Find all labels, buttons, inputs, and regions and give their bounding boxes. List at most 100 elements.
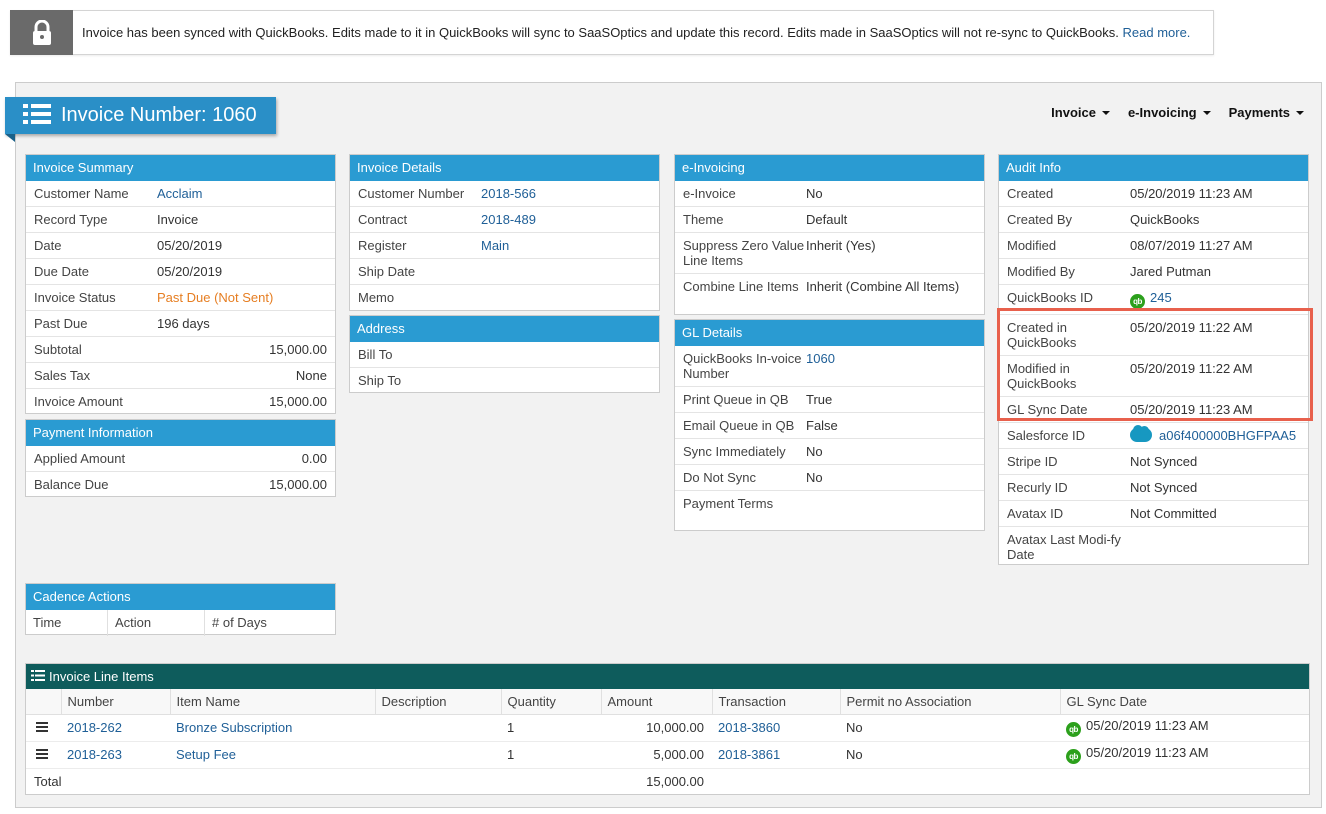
description-cell [375, 714, 501, 742]
column-header[interactable]: Description [375, 689, 502, 715]
info-row: Sales Tax None [26, 363, 335, 389]
row-value: Inherit (Yes) [806, 238, 876, 253]
qb-invoice-number-link[interactable]: 1060 [806, 351, 976, 366]
column-header[interactable]: # of Days [205, 610, 335, 636]
invoice-details-panel: Invoice Details Customer Number 2018-566 … [349, 154, 660, 311]
total-label: Total [34, 774, 62, 790]
column-header[interactable]: Action [108, 610, 205, 636]
row-label: Customer Number [358, 186, 465, 201]
line-items-header: Invoice Line Items [26, 664, 1309, 689]
row-value: 05/20/2019 [157, 264, 223, 279]
panel-header: e-Invoicing [675, 155, 984, 181]
sales-tax-link[interactable]: Sales Tax [34, 368, 157, 383]
chevron-down-icon [1202, 110, 1211, 115]
info-row: Combine Line Items Inherit (Combine All I… [675, 274, 984, 300]
amount-cell: 5,000.00 [601, 741, 712, 769]
customer-name-link[interactable]: Acclaim [157, 186, 327, 201]
row-label: Modified By [1007, 264, 1075, 279]
row-label: Recurly ID [1007, 480, 1068, 495]
info-row: Stripe ID Not Synced [999, 449, 1308, 475]
customer-number-link[interactable]: 2018-566 [481, 186, 651, 201]
info-row: Print Queue in QB True [675, 387, 984, 413]
row-label: Modified [1007, 238, 1057, 253]
info-row: Customer Name Acclaim [26, 181, 335, 207]
menu-icon[interactable] [36, 749, 48, 759]
transaction-link[interactable]: 2018-3861 [718, 747, 780, 762]
invoice-menu[interactable]: Invoice [1051, 105, 1110, 120]
row-label: Record Type [34, 212, 108, 227]
column-header[interactable]: Number [61, 689, 171, 715]
total-spacer [712, 768, 1309, 795]
salesforce-id-link[interactable]: a06f400000BHGFPAA5 [1159, 428, 1296, 443]
row-value: Not Synced [1130, 454, 1198, 469]
menu-icon[interactable] [36, 722, 48, 732]
quickbooks-id-value: qb 245 [1130, 290, 1300, 309]
info-row: Email Queue in QB False [675, 413, 984, 439]
list-icon [31, 664, 45, 689]
info-row: Date 05/20/2019 [26, 233, 335, 259]
row-value: 196 days [157, 316, 210, 331]
row-value: 0.00 [301, 451, 327, 466]
info-row: Ship To [350, 368, 659, 394]
transaction-link[interactable]: 2018-3860 [718, 720, 780, 735]
qb-icon: qb [1130, 294, 1145, 309]
row-menu[interactable] [26, 741, 61, 769]
invoice-status-value: Past Due (Not Sent) [157, 290, 274, 305]
page-title-ribbon: Invoice Number: 1060 [5, 97, 276, 134]
row-label: Due Date [34, 264, 89, 279]
payments-menu[interactable]: Payments [1229, 105, 1304, 120]
chevron-down-icon [1296, 110, 1304, 115]
item-name-link[interactable]: Bronze Subscription [176, 720, 292, 735]
row-value: None [295, 368, 327, 383]
panel-header: Address [350, 316, 659, 342]
cadence-actions-panel: Cadence Actions Time Action # of Days [25, 583, 336, 636]
einvoicing-menu[interactable]: e-Invoicing [1128, 105, 1211, 120]
row-label: Register [358, 238, 407, 253]
info-row: Bill To [350, 342, 659, 368]
row-menu[interactable] [26, 714, 61, 742]
row-value: 15,000.00 [269, 394, 327, 409]
info-row: Payment Terms [675, 491, 984, 517]
info-row: Balance Due 15,000.00 [26, 472, 335, 498]
row-label: Invoice Amount [34, 394, 123, 409]
subtotal-link[interactable]: Subtotal [34, 342, 157, 357]
column-header[interactable]: Transaction [712, 689, 841, 715]
info-row: Sync Immediately No [675, 439, 984, 465]
item-name-link[interactable]: Setup Fee [176, 747, 236, 762]
info-row: Past Due 196 days [26, 311, 335, 337]
column-header[interactable]: Permit no Association [840, 689, 1061, 715]
register-link[interactable]: Main [481, 238, 651, 253]
quickbooks-id-link[interactable]: 245 [1150, 290, 1172, 305]
invoice-summary-panel: Invoice Summary Customer Name Acclaim Rec… [25, 154, 336, 414]
row-label: Avatax ID [1007, 506, 1064, 521]
row-value: False [806, 418, 838, 433]
panel-header: Invoice Summary [26, 155, 335, 181]
row-label: QuickBooks In-voice Number [683, 351, 802, 381]
top-nav: Invoice e-Invoicing Payments [1051, 105, 1304, 120]
highlight-box [997, 308, 1313, 421]
info-row: Invoice Status Past Due (Not Sent) [26, 285, 335, 311]
column-header[interactable]: Item Name [170, 689, 376, 715]
gl-sync-date: 05/20/2019 11:23 AM [1086, 718, 1209, 733]
column-header[interactable]: GL Sync Date [1060, 689, 1309, 715]
column-header[interactable]: Quantity [501, 689, 602, 715]
line-number-link[interactable]: 2018-262 [67, 720, 122, 735]
info-row: Customer Number 2018-566 [350, 181, 659, 207]
sync-message: Invoice has been synced with QuickBooks.… [82, 25, 1119, 40]
info-row: Avatax ID Not Committed [999, 501, 1308, 527]
column-header[interactable]: Time [26, 610, 108, 636]
gl-details-panel: GL Details QuickBooks In-voice Number 106… [674, 319, 985, 531]
info-row: Avatax Last Modi-fy Date [999, 527, 1308, 567]
info-row: Created By QuickBooks [999, 207, 1308, 233]
contract-link[interactable]: 2018-489 [481, 212, 651, 227]
read-more-link[interactable]: Read more. [1123, 25, 1191, 40]
info-row: Suppress Zero Value Line Items Inherit (Y… [675, 233, 984, 274]
row-label: Stripe ID [1007, 454, 1058, 469]
panel-header: Cadence Actions [26, 584, 335, 610]
row-value: No [806, 470, 823, 485]
column-header[interactable]: Amount [601, 689, 713, 715]
info-row: Applied Amount 0.00 [26, 446, 335, 472]
row-value: 05/20/2019 11:23 AM [1130, 186, 1253, 201]
line-number-link[interactable]: 2018-263 [67, 747, 122, 762]
qb-icon: qb [1066, 722, 1081, 737]
